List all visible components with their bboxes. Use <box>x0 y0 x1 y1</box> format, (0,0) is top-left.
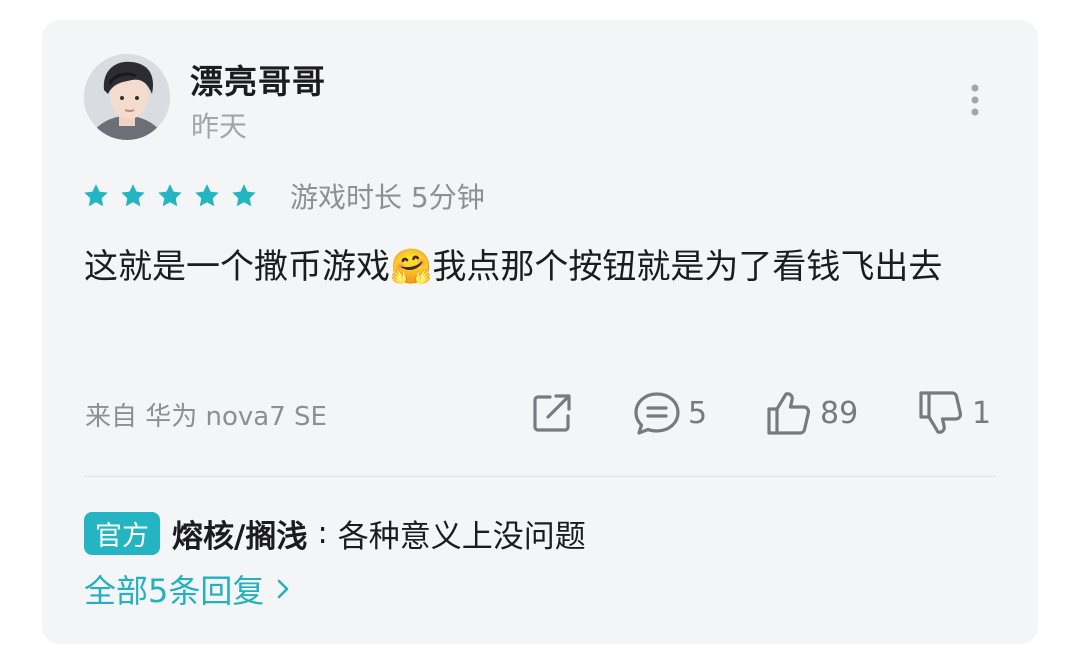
star-icon <box>232 184 256 207</box>
dislike-button[interactable]: 1 <box>916 388 991 438</box>
like-count: 89 <box>820 395 859 431</box>
star-rating <box>82 178 258 214</box>
timestamp: 昨天 <box>191 110 248 143</box>
device-source: 来自 华为 nova7 SE <box>85 402 327 432</box>
chevron-right-icon <box>278 579 289 599</box>
comment-icon <box>634 392 680 435</box>
star-icon <box>121 184 145 207</box>
share-icon <box>533 394 571 432</box>
official-reply[interactable]: 官方 熔核/搁浅 : 各种意义上没问题 <box>84 511 586 555</box>
official-badge: 官方 <box>84 511 160 555</box>
reply-text: 各种意义上没问题 <box>337 518 586 555</box>
thumb-down-icon <box>919 391 963 434</box>
share-button[interactable] <box>528 388 576 438</box>
reply-separator: : <box>317 515 328 551</box>
like-button[interactable]: 89 <box>764 388 858 438</box>
username[interactable]: 漂亮哥哥 <box>190 55 326 103</box>
all-replies-label: 全部5条回复 <box>84 572 265 610</box>
more-icon[interactable] <box>962 80 988 120</box>
comment-count: 5 <box>688 395 708 431</box>
thumb-up-icon <box>767 392 811 435</box>
reply-author[interactable]: 熔核/搁浅 <box>172 511 307 556</box>
dislike-count: 1 <box>972 395 992 431</box>
avatar[interactable] <box>84 54 170 140</box>
all-replies-link[interactable]: 全部5条回复 <box>84 566 290 612</box>
star-icon <box>84 184 108 207</box>
playtime: 游戏时长 5分钟 <box>290 181 485 214</box>
star-icon <box>158 184 182 207</box>
comment-button[interactable]: 5 <box>632 388 707 438</box>
divider <box>84 476 996 477</box>
review-content: 这就是一个撒币游戏🤗我点那个按钮就是为了看钱飞出去 <box>84 247 943 287</box>
star-icon <box>195 184 219 207</box>
